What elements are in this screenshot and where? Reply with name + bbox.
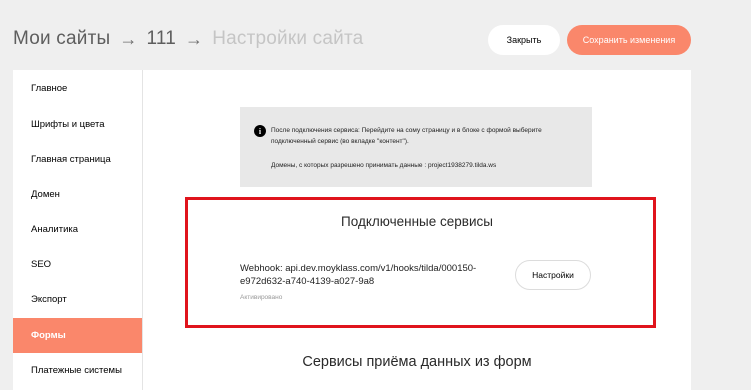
info-notice: i После подключения сервиса: Перейдите н… [240, 107, 592, 187]
breadcrumb-arrow: → [119, 28, 138, 49]
breadcrumb-arrow: → [185, 28, 204, 49]
sidebar-item-home-page[interactable]: Главная страница [13, 142, 142, 177]
sidebar-item-payment-systems[interactable]: Платежные системы [13, 353, 142, 388]
breadcrumb-my-sites[interactable]: Мои сайты [13, 28, 110, 50]
close-button[interactable]: Закрыть [488, 25, 560, 55]
sidebar-item-analytics[interactable]: Аналитика [13, 212, 142, 247]
breadcrumb: Мои сайты → 111 → Настройки сайта [13, 28, 363, 50]
info-icon: i [254, 125, 266, 137]
sidebar-item-fonts-colors[interactable]: Шрифты и цвета [13, 107, 142, 142]
form-services-title: Сервисы приёма данных из форм [302, 354, 532, 370]
notice-domains: Домены, с которых разрешено принимать да… [271, 162, 497, 169]
highlight-box [185, 197, 656, 328]
sidebar-item-forms[interactable]: Формы [13, 318, 142, 353]
sidebar-item-main[interactable]: Главное [13, 71, 142, 106]
sidebar-item-domain[interactable]: Домен [13, 177, 142, 212]
header: Мои сайты → 111 → Настройки сайта Закрыт… [0, 0, 751, 70]
settings-sidebar: Главное Шрифты и цвета Главная страница … [13, 70, 143, 390]
sidebar-item-export[interactable]: Экспорт [13, 282, 142, 317]
breadcrumb-project[interactable]: 111 [147, 28, 176, 50]
save-button[interactable]: Сохранить изменения [567, 25, 691, 55]
sidebar-item-seo[interactable]: SEO [13, 247, 142, 282]
notice-text: После подключения сервиса: Перейдите на … [271, 127, 542, 145]
breadcrumb-current: Настройки сайта [212, 28, 364, 49]
